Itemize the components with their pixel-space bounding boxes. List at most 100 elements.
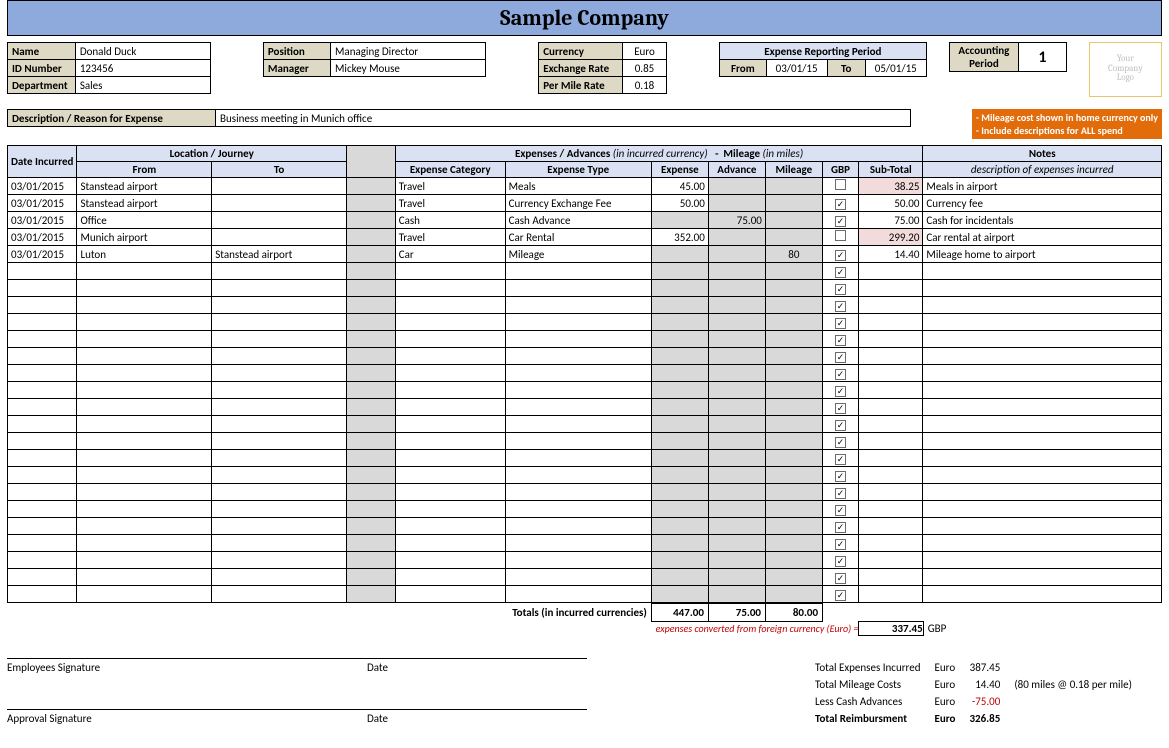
col-notes: Notes bbox=[923, 146, 1162, 162]
gbp-checkbox[interactable]: ✓ bbox=[835, 284, 846, 295]
per-mile-label: Per Mile Rate bbox=[539, 77, 623, 94]
exchange-rate-label: Exchange Rate bbox=[539, 60, 623, 77]
accounting-value[interactable]: 1 bbox=[1019, 43, 1067, 72]
table-row: ✓ bbox=[8, 297, 1162, 314]
gbp-checkbox[interactable]: ✓ bbox=[835, 590, 846, 601]
approval-signature-label: Approval Signature bbox=[7, 712, 367, 725]
table-row: ✓ bbox=[8, 484, 1162, 501]
accounting-box: Accounting Period 1 bbox=[949, 42, 1067, 72]
description-box: Description / Reason for Expense Busines… bbox=[7, 109, 911, 127]
rates-box: CurrencyEuro Exchange Rate0.85 Per Mile … bbox=[538, 42, 667, 94]
warning-2: - Include descriptions for ALL spend bbox=[976, 124, 1158, 137]
table-row: 03/01/2015OfficeCashCash Advance75.00✓75… bbox=[8, 212, 1162, 229]
col-expenses-header: Expenses / Advances (in incurred currenc… bbox=[395, 146, 923, 162]
gbp-checkbox[interactable]: ✓ bbox=[835, 403, 846, 414]
currency-value[interactable]: Euro bbox=[623, 43, 667, 60]
from-value[interactable]: 03/01/15 bbox=[766, 60, 827, 77]
gbp-checkbox[interactable]: ✓ bbox=[835, 420, 846, 431]
manager-label: Manager bbox=[263, 60, 330, 77]
dept-value[interactable]: Sales bbox=[75, 77, 210, 94]
sum-advances-label: Less Cash Advances bbox=[809, 694, 927, 709]
sum-expenses-label: Total Expenses Incurred bbox=[809, 660, 927, 675]
accounting-label: Accounting Period bbox=[949, 43, 1018, 72]
col-mileage: Mileage bbox=[765, 162, 822, 178]
to-label: To bbox=[827, 60, 865, 77]
gbp-checkbox[interactable]: ✓ bbox=[835, 471, 846, 482]
expense-table: Date Incurred Location / Journey Expense… bbox=[7, 145, 1162, 603]
conversion-label: expenses converted from foreign currency… bbox=[7, 622, 859, 636]
sum-advances-value: -75.00 bbox=[963, 694, 1006, 709]
gbp-checkbox[interactable]: ✓ bbox=[835, 488, 846, 499]
col-to: To bbox=[212, 162, 347, 178]
table-row: ✓ bbox=[8, 552, 1162, 569]
logo-placeholder: Your Company Logo bbox=[1089, 42, 1162, 97]
employee-box: NameDonald Duck ID Number123456 Departme… bbox=[7, 42, 211, 94]
col-expense: Expense bbox=[651, 162, 708, 178]
from-label: From bbox=[720, 60, 767, 77]
warning-1: - Mileage cost shown in home currency on… bbox=[976, 111, 1158, 124]
gbp-checkbox[interactable]: ✓ bbox=[835, 318, 846, 329]
table-row: ✓ bbox=[8, 382, 1162, 399]
name-value[interactable]: Donald Duck bbox=[75, 43, 210, 60]
per-mile-value[interactable]: 0.18 bbox=[623, 77, 667, 94]
id-value[interactable]: 123456 bbox=[75, 60, 210, 77]
gbp-checkbox[interactable]: ✓ bbox=[835, 522, 846, 533]
totals-label: Totals (in incurred currencies) bbox=[7, 604, 651, 622]
gbp-checkbox[interactable]: ✓ bbox=[835, 199, 846, 210]
table-row: ✓ bbox=[8, 365, 1162, 382]
employee-signature-label: Employees Signature bbox=[7, 661, 367, 674]
warning-box: - Mileage cost shown in home currency on… bbox=[972, 109, 1162, 139]
col-gbp: GBP bbox=[822, 162, 858, 178]
gbp-checkbox[interactable]: ✓ bbox=[835, 386, 846, 397]
table-row: 03/01/2015Stanstead airportTravelMeals45… bbox=[8, 178, 1162, 195]
gbp-checkbox[interactable]: ✓ bbox=[835, 335, 846, 346]
description-value[interactable]: Business meeting in Munich office bbox=[216, 110, 911, 127]
gbp-checkbox[interactable]: ✓ bbox=[835, 505, 846, 516]
col-type: Expense Type bbox=[505, 162, 651, 178]
gbp-checkbox[interactable] bbox=[835, 230, 846, 241]
col-notes-sub: description of expenses incurred bbox=[923, 162, 1162, 178]
gbp-checkbox[interactable]: ✓ bbox=[835, 539, 846, 550]
position-value[interactable]: Managing Director bbox=[331, 43, 486, 60]
gbp-checkbox[interactable]: ✓ bbox=[835, 556, 846, 567]
gbp-checkbox[interactable] bbox=[835, 179, 846, 190]
to-value[interactable]: 05/01/15 bbox=[865, 60, 926, 77]
gbp-checkbox[interactable]: ✓ bbox=[835, 352, 846, 363]
gbp-checkbox[interactable]: ✓ bbox=[835, 369, 846, 380]
table-row: ✓ bbox=[8, 314, 1162, 331]
gbp-checkbox[interactable]: ✓ bbox=[835, 250, 846, 261]
gbp-checkbox[interactable]: ✓ bbox=[835, 573, 846, 584]
approval-date-label: Date bbox=[367, 712, 388, 725]
sum-total-label: Total Reimbursment bbox=[809, 711, 927, 726]
totals-expense: 447.00 bbox=[651, 604, 708, 622]
company-title: Sample Company bbox=[7, 0, 1162, 36]
table-row: ✓ bbox=[8, 263, 1162, 280]
gbp-checkbox[interactable]: ✓ bbox=[835, 267, 846, 278]
currency-label: Currency bbox=[539, 43, 623, 60]
exchange-rate-value[interactable]: 0.85 bbox=[623, 60, 667, 77]
table-row: ✓ bbox=[8, 399, 1162, 416]
job-box: PositionManaging Director ManagerMickey … bbox=[263, 42, 486, 77]
gbp-checkbox[interactable]: ✓ bbox=[835, 301, 846, 312]
table-row: ✓ bbox=[8, 433, 1162, 450]
col-from: From bbox=[77, 162, 212, 178]
col-subtotal: Sub-Total bbox=[859, 162, 923, 178]
period-box: Expense Reporting Period From 03/01/15 T… bbox=[719, 42, 927, 77]
manager-value[interactable]: Mickey Mouse bbox=[331, 60, 486, 77]
totals-advance: 75.00 bbox=[708, 604, 765, 622]
conversion-unit: GBP bbox=[923, 622, 1162, 636]
sum-mileage-value: 14.40 bbox=[963, 677, 1006, 692]
col-advance: Advance bbox=[708, 162, 765, 178]
gbp-checkbox[interactable]: ✓ bbox=[835, 437, 846, 448]
name-label: Name bbox=[8, 43, 76, 60]
table-row: ✓ bbox=[8, 331, 1162, 348]
sum-total-value: 326.85 bbox=[963, 711, 1006, 726]
table-row: ✓ bbox=[8, 450, 1162, 467]
gbp-checkbox[interactable]: ✓ bbox=[835, 454, 846, 465]
gbp-checkbox[interactable]: ✓ bbox=[835, 216, 846, 227]
table-row: ✓ bbox=[8, 467, 1162, 484]
table-row: ✓ bbox=[8, 569, 1162, 586]
id-label: ID Number bbox=[8, 60, 76, 77]
table-row: ✓ bbox=[8, 586, 1162, 603]
totals-mileage: 80.00 bbox=[766, 604, 823, 622]
